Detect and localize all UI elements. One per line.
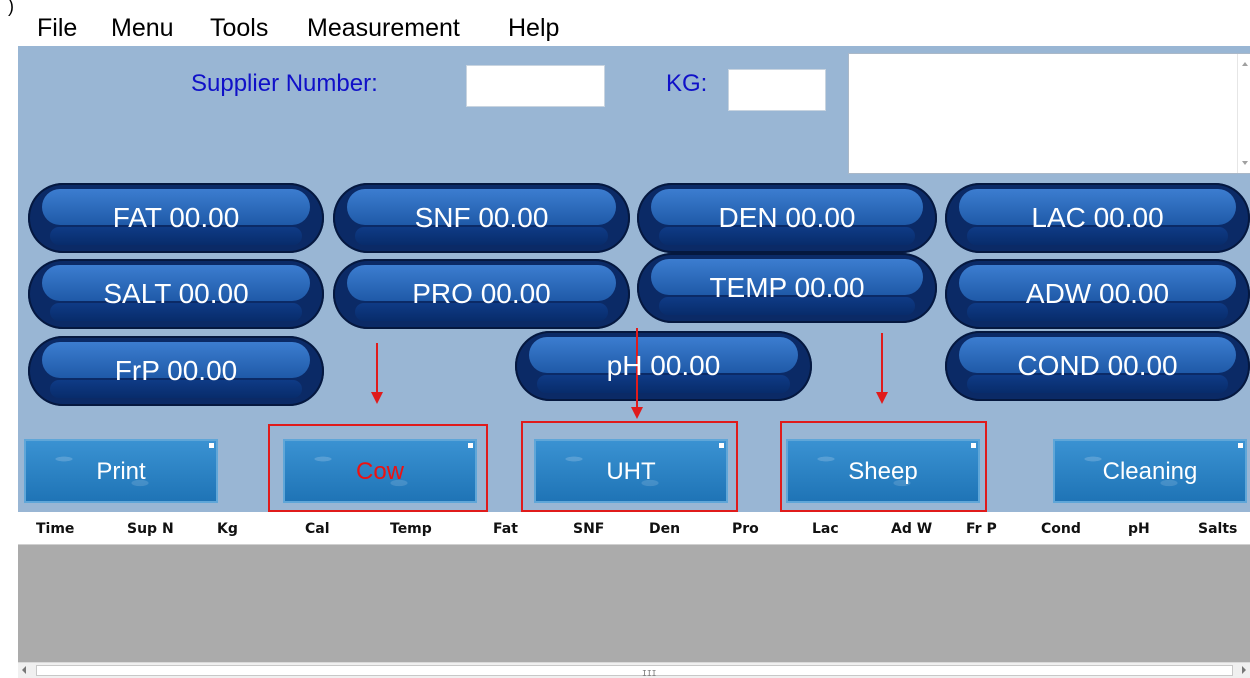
col-temp[interactable]: Temp: [390, 521, 432, 537]
supplier-number-input[interactable]: [466, 65, 605, 107]
cow-button-label: Cow: [355, 458, 404, 485]
fat-readout-text: FAT 00.00: [112, 202, 240, 233]
print-button-label: Print: [96, 458, 146, 485]
den-readout-text: DEN 00.00: [718, 202, 856, 233]
temp-readout: TEMP 00.00: [637, 253, 937, 323]
lac-readout-text: LAC 00.00: [1031, 202, 1164, 233]
menu-bar: ) File Menu Tools Measurement Help: [0, 0, 1250, 46]
menu-measurement[interactable]: Measurement: [307, 13, 460, 43]
menu-tools[interactable]: Tools: [210, 13, 268, 43]
scroll-thumb[interactable]: III: [36, 665, 1233, 678]
adw-readout: ADW 00.00: [945, 259, 1250, 329]
frp-readout-text: FrP 00.00: [114, 355, 238, 386]
supplier-number-label: Supplier Number:: [191, 70, 378, 97]
col-time[interactable]: Time: [36, 521, 74, 537]
arrow-sheep-head-icon: [876, 392, 888, 404]
scroll-down-icon[interactable]: [1242, 161, 1248, 165]
menu-menu[interactable]: Menu: [111, 13, 174, 43]
button-corner-mark: [1238, 443, 1243, 448]
print-button[interactable]: Print: [24, 439, 218, 503]
menu-file[interactable]: File: [37, 13, 77, 43]
grid-horizontal-scrollbar[interactable]: III: [18, 662, 1250, 678]
notes-scrollbar[interactable]: [1237, 54, 1250, 173]
col-sup-n[interactable]: Sup N: [127, 521, 174, 537]
ph-readout-text: pH 00.00: [606, 350, 721, 381]
cond-readout-text: COND 00.00: [1017, 350, 1178, 381]
salt-readout: SALT 00.00: [28, 259, 324, 329]
scroll-up-icon[interactable]: [1242, 62, 1248, 66]
den-readout: DEN 00.00: [637, 183, 937, 253]
kg-label: KG:: [666, 70, 708, 97]
col-fat[interactable]: Fat: [493, 521, 518, 537]
arrow-cow-line: [376, 343, 378, 393]
button-corner-mark: [209, 443, 214, 448]
cleaning-button[interactable]: Cleaning: [1053, 439, 1247, 503]
col-den[interactable]: Den: [649, 521, 680, 537]
frp-readout: FrP 00.00: [28, 336, 324, 406]
snf-readout-text: SNF 00.00: [414, 202, 549, 233]
col-snf[interactable]: SNF: [573, 521, 604, 537]
col-cal[interactable]: Cal: [305, 521, 330, 537]
snf-readout: SNF 00.00: [333, 183, 630, 253]
pro-readout-text: PRO 00.00: [412, 278, 551, 309]
salt-readout-text: SALT 00.00: [103, 278, 249, 309]
button-corner-mark: [468, 443, 473, 448]
temp-readout-text: TEMP 00.00: [709, 272, 865, 303]
ph-readout: pH 00.00: [515, 331, 812, 401]
button-corner-mark: [719, 443, 724, 448]
grid-header: Time Sup N Kg Cal Temp Fat SNF Den Pro L…: [18, 512, 1250, 545]
menu-help[interactable]: Help: [508, 13, 559, 43]
col-salts[interactable]: Salts: [1198, 521, 1237, 537]
cond-readout: COND 00.00: [945, 331, 1250, 401]
arrow-uht-head-icon: [631, 407, 643, 419]
fat-readout: FAT 00.00: [28, 183, 324, 253]
notes-textarea[interactable]: [848, 53, 1250, 174]
col-cond[interactable]: Cond: [1041, 521, 1081, 537]
button-corner-mark: [971, 443, 976, 448]
scroll-left-icon[interactable]: [22, 666, 26, 674]
cleaning-button-label: Cleaning: [1102, 458, 1198, 485]
arrow-sheep-line: [881, 333, 883, 393]
sheep-button[interactable]: Sheep: [786, 439, 980, 503]
corner-glyph: ): [8, 0, 14, 16]
cow-button[interactable]: Cow: [283, 439, 477, 503]
uht-button-label: UHT: [606, 458, 656, 485]
lac-readout: LAC 00.00: [945, 183, 1250, 253]
pro-readout: PRO 00.00: [333, 259, 630, 329]
adw-readout-text: ADW 00.00: [1025, 278, 1170, 309]
col-kg[interactable]: Kg: [217, 521, 238, 537]
col-pro[interactable]: Pro: [732, 521, 759, 537]
main-panel: Supplier Number: KG: FAT 00.00 SNF 00.00…: [18, 46, 1250, 512]
col-lac[interactable]: Lac: [812, 521, 839, 537]
arrow-cow-head-icon: [371, 392, 383, 404]
col-ad-w[interactable]: Ad W: [891, 521, 932, 537]
window-left-margin: [0, 46, 18, 678]
sheep-button-label: Sheep: [848, 458, 918, 485]
scroll-grip: III: [642, 669, 657, 678]
col-fr-p[interactable]: Fr P: [966, 521, 997, 537]
col-ph[interactable]: pH: [1128, 521, 1150, 537]
scroll-right-icon[interactable]: [1242, 666, 1246, 674]
uht-button[interactable]: UHT: [534, 439, 728, 503]
kg-input[interactable]: [728, 69, 826, 111]
results-grid[interactable]: Time Sup N Kg Cal Temp Fat SNF Den Pro L…: [18, 512, 1250, 678]
